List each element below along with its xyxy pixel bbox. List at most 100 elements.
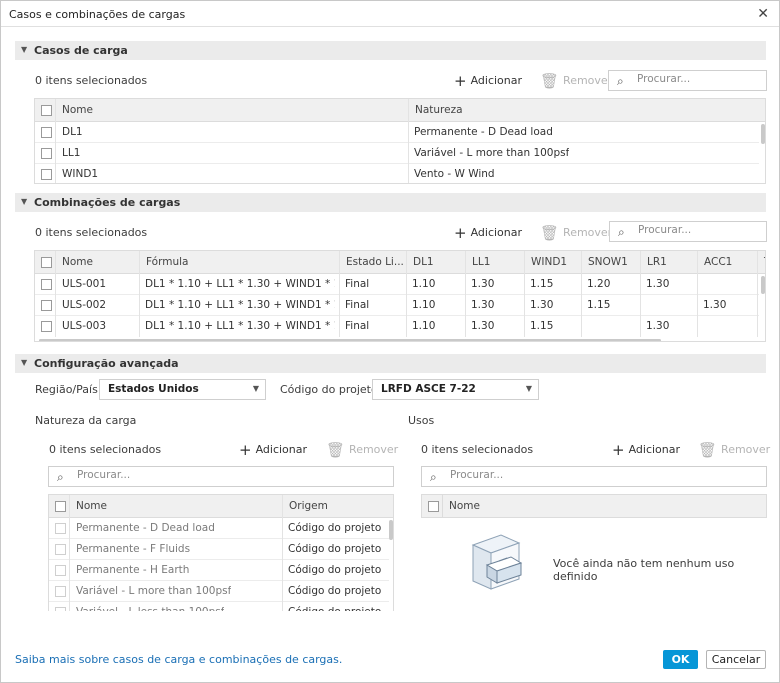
row-checkbox[interactable] [55,523,66,534]
search-icon: ⌕ [618,225,625,239]
close-icon[interactable]: ✕ [757,6,769,22]
cell-dl1: 1.10 [412,299,436,311]
column-divider [69,495,70,611]
remove-load-case-button[interactable]: 🗑 Remover [540,72,612,90]
cell-name: ULS-002 [62,299,107,311]
add-combination-button[interactable]: + Adicionar [454,224,522,242]
table-row[interactable]: ULS-001 DL1 * 1.10 + LL1 * 1.30 + WIND1 … [35,274,759,295]
column-header-acc1[interactable]: ACC1 [697,251,757,273]
select-all-checkbox[interactable] [428,501,439,512]
cancel-button[interactable]: Cancelar [706,650,766,669]
row-checkbox[interactable] [41,148,52,159]
load-combinations-table: Nome Fórmula Estado Li... DL1 LL1 WIND1 … [34,250,766,342]
add-load-case-button[interactable]: + Adicionar [454,72,522,90]
table-row[interactable]: DL1 Permanente - D Dead load [35,122,759,143]
table-row[interactable]: Permanente - H Earth Código do projeto [49,560,389,581]
cell-name: Permanente - F Fluids [76,543,191,555]
remove-use-button[interactable]: 🗑 Remover [698,441,770,459]
row-checkbox[interactable] [41,300,52,311]
table-row[interactable]: Variável - L more than 100psf Código do … [49,581,389,602]
select-all-checkbox[interactable] [41,257,52,268]
horizontal-scrollbar[interactable] [39,339,661,341]
cell-origin: Código do projeto [288,585,382,597]
search-input[interactable] [77,469,377,481]
remove-combination-button[interactable]: 🗑 Remover [540,224,612,242]
code-value: LRFD ASCE 7-22 [381,383,476,395]
table-row[interactable]: Permanente - D Dead load Código do proje… [49,518,389,539]
cell-snow1: 1.20 [587,278,611,290]
column-header-t[interactable]: T [757,251,765,273]
column-header-ll1[interactable]: LL1 [465,251,524,273]
table-row[interactable]: LL1 Variável - L more than 100psf [35,143,759,164]
table-row[interactable]: ULS-003 DL1 * 1.10 + LL1 * 1.30 + WIND1 … [35,316,759,337]
column-header-limit-state[interactable]: Estado Li... [339,251,406,273]
section-title: Configuração avançada [34,357,179,370]
column-header-dl1[interactable]: DL1 [406,251,465,273]
section-advanced-header[interactable]: ▼ Configuração avançada [15,354,766,373]
row-checkbox[interactable] [55,565,66,576]
cell-name: Permanente - D Dead load [76,522,215,534]
cell-nature: Permanente - D Dead load [414,126,553,138]
load-nature-search[interactable]: ⌕ [48,466,394,487]
section-load-cases-header[interactable]: ▼ Casos de carga [15,41,766,60]
row-checkbox[interactable] [55,586,66,597]
trash-icon: 🗑 [698,441,718,459]
row-checkbox[interactable] [41,321,52,332]
vertical-scrollbar[interactable] [389,520,393,540]
chevron-down-icon[interactable]: ▼ [21,197,27,206]
select-all-checkbox[interactable] [55,501,66,512]
column-header-snow1[interactable]: SNOW1 [581,251,640,273]
title-bar: Casos e combinações de cargas ✕ [1,1,779,27]
column-header-origin[interactable]: Origem [282,495,393,517]
column-header-wind1[interactable]: WIND1 [524,251,581,273]
cell-nature: Vento - W Wind [414,168,495,180]
remove-label: Remover [563,226,613,239]
add-load-nature-button[interactable]: + Adicionar [239,441,307,459]
search-input[interactable] [638,224,758,236]
load-case-search[interactable]: ⌕ [608,70,767,91]
search-input[interactable] [637,73,757,85]
column-header-name[interactable]: Nome [55,251,139,273]
table-row[interactable]: ULS-002 DL1 * 1.10 + LL1 * 1.30 + WIND1 … [35,295,759,316]
section-title: Casos de carga [34,44,128,57]
add-label: Adicionar [470,74,523,87]
row-checkbox[interactable] [55,607,66,611]
add-use-button[interactable]: + Adicionar [612,441,680,459]
column-divider [55,99,56,183]
table-row[interactable]: WIND1 Vento - W Wind [35,164,759,183]
chevron-down-icon[interactable]: ▼ [21,45,27,54]
column-header-name[interactable]: Nome [442,495,766,517]
chevron-down-icon: ▼ [525,384,532,393]
row-checkbox[interactable] [41,279,52,290]
section-load-combinations-header[interactable]: ▼ Combinações de cargas [15,193,766,212]
row-checkbox[interactable] [41,127,52,138]
vertical-scrollbar[interactable] [761,124,765,144]
combination-search[interactable]: ⌕ [609,221,767,242]
search-icon: ⌕ [617,74,624,88]
column-header-nature[interactable]: Natureza [408,99,758,121]
help-link[interactable]: Saiba mais sobre casos de carga e combin… [15,653,342,666]
chevron-down-icon[interactable]: ▼ [21,358,27,367]
row-checkbox[interactable] [41,169,52,180]
table-header: Nome Fórmula Estado Li... DL1 LL1 WIND1 … [35,251,765,274]
search-icon: ⌕ [430,470,437,484]
table-row[interactable]: Permanente - F Fluids Código do projeto [49,539,389,560]
remove-load-nature-button[interactable]: 🗑 Remover [326,441,398,459]
column-header-name[interactable]: Nome [69,495,282,517]
column-header-lr1[interactable]: LR1 [640,251,697,273]
column-header-name[interactable]: Nome [55,99,442,121]
select-all-checkbox[interactable] [41,105,52,116]
column-divider [408,99,409,183]
search-input[interactable] [450,469,750,481]
project-code-select[interactable]: LRFD ASCE 7-22 ▼ [372,379,539,400]
column-header-formula[interactable]: Fórmula [139,251,339,273]
cell-dl1: 1.10 [412,320,436,332]
row-checkbox[interactable] [55,544,66,555]
cell-name: Permanente - H Earth [76,564,190,576]
cell-wind1: 1.30 [530,299,554,311]
vertical-scrollbar[interactable] [761,276,765,294]
uses-search[interactable]: ⌕ [421,466,767,487]
ok-button[interactable]: OK [663,650,698,669]
table-row[interactable]: Variável - L less than 100psf Código do … [49,602,389,611]
region-select[interactable]: Estados Unidos ▼ [99,379,266,400]
